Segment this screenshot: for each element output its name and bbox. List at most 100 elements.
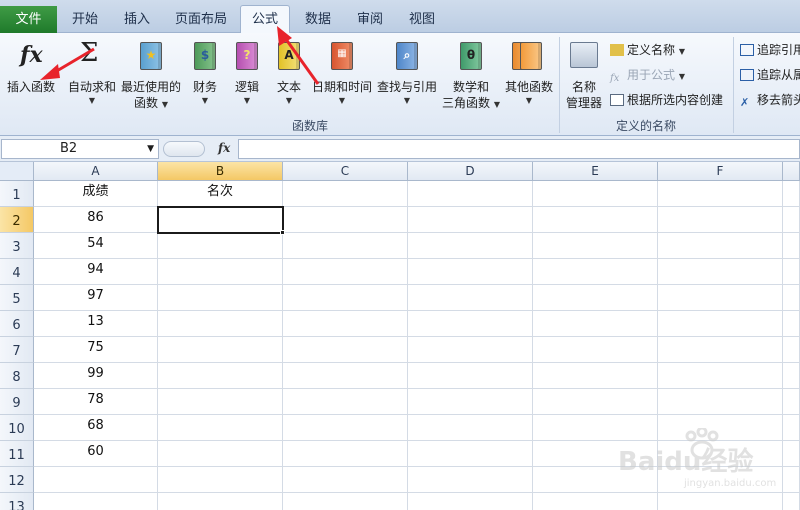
cell[interactable]: 68 <box>34 415 158 441</box>
math-trig-button[interactable]: θ 数学和 三角函数 ▼ <box>440 36 502 110</box>
cell[interactable] <box>283 493 408 510</box>
date-time-button[interactable]: ▦ 日期和时间 ▼ <box>310 36 374 108</box>
cell[interactable] <box>783 415 800 441</box>
formula-bar-resize-handle[interactable] <box>163 141 205 157</box>
cell[interactable] <box>658 181 783 207</box>
cell[interactable] <box>158 389 283 415</box>
insert-function-fx-icon[interactable]: fx <box>218 141 230 155</box>
cell[interactable] <box>283 337 408 363</box>
cell[interactable] <box>658 363 783 389</box>
row-header-13[interactable]: 13 <box>0 493 34 510</box>
cell[interactable] <box>658 493 783 510</box>
cell[interactable] <box>283 259 408 285</box>
column-header-d[interactable]: D <box>408 162 533 181</box>
cell[interactable]: 成绩 <box>34 181 158 207</box>
logical-button[interactable]: ? 逻辑 ▼ <box>228 36 266 108</box>
cell[interactable] <box>783 337 800 363</box>
column-header-f[interactable]: F <box>658 162 783 181</box>
cell[interactable] <box>783 285 800 311</box>
cell[interactable] <box>408 415 533 441</box>
tab-data[interactable]: 数据 <box>293 6 343 33</box>
cell[interactable]: 60 <box>34 441 158 467</box>
cell[interactable] <box>283 285 408 311</box>
cell[interactable] <box>34 467 158 493</box>
tab-review[interactable]: 审阅 <box>345 6 395 33</box>
text-button[interactable]: A 文本 ▼ <box>270 36 308 108</box>
row-header-9[interactable]: 9 <box>0 389 34 415</box>
cell[interactable] <box>158 233 283 259</box>
cell[interactable] <box>533 337 658 363</box>
cell[interactable] <box>283 441 408 467</box>
cell[interactable] <box>408 285 533 311</box>
insert-function-button[interactable]: fx 插入函数 <box>2 36 60 94</box>
cell[interactable] <box>408 389 533 415</box>
cell[interactable]: 名次 <box>158 181 283 207</box>
cell[interactable] <box>783 259 800 285</box>
cell[interactable] <box>783 181 800 207</box>
cell[interactable] <box>408 493 533 510</box>
cell[interactable] <box>408 337 533 363</box>
tab-file[interactable]: 文件 <box>0 6 57 33</box>
lookup-reference-button[interactable]: ⌕ 查找与引用 ▼ <box>374 36 440 108</box>
row-header-6[interactable]: 6 <box>0 311 34 337</box>
cell[interactable] <box>783 311 800 337</box>
cell[interactable] <box>408 233 533 259</box>
row-header-4[interactable]: 4 <box>0 259 34 285</box>
cell[interactable] <box>658 207 783 233</box>
cell[interactable] <box>533 207 658 233</box>
row-header-2[interactable]: 2 <box>0 207 34 233</box>
cell[interactable] <box>283 311 408 337</box>
cell[interactable] <box>783 207 800 233</box>
row-header-1[interactable]: 1 <box>0 181 34 207</box>
trace-dependents-button[interactable]: 追踪从属 <box>740 66 800 83</box>
cell[interactable] <box>533 389 658 415</box>
trace-precedents-button[interactable]: 追踪引用 <box>740 41 800 58</box>
cell[interactable] <box>783 493 800 510</box>
cell[interactable] <box>158 415 283 441</box>
cell[interactable] <box>533 181 658 207</box>
row-header-8[interactable]: 8 <box>0 363 34 389</box>
cell[interactable] <box>408 259 533 285</box>
cell[interactable] <box>533 259 658 285</box>
autosum-button[interactable]: Σ 自动求和 ▼ <box>64 36 120 108</box>
tab-formulas[interactable]: 公式 <box>240 5 290 34</box>
cell[interactable] <box>783 363 800 389</box>
cell[interactable] <box>34 493 158 510</box>
more-functions-button[interactable]: 其他函数 ▼ <box>502 36 556 108</box>
cell[interactable] <box>533 311 658 337</box>
financial-button[interactable]: $ 财务 ▼ <box>186 36 224 108</box>
row-header-12[interactable]: 12 <box>0 467 34 493</box>
cell[interactable] <box>158 441 283 467</box>
formula-input[interactable] <box>238 139 800 159</box>
cell[interactable]: 86 <box>34 207 158 233</box>
cell[interactable] <box>158 285 283 311</box>
cell[interactable]: 78 <box>34 389 158 415</box>
cell[interactable] <box>783 467 800 493</box>
cell[interactable] <box>658 337 783 363</box>
tab-home[interactable]: 开始 <box>60 6 110 33</box>
cell[interactable] <box>533 493 658 510</box>
cell[interactable] <box>158 337 283 363</box>
column-header-b[interactable]: B <box>158 162 283 181</box>
cell[interactable] <box>658 259 783 285</box>
cell[interactable]: 54 <box>34 233 158 259</box>
cell[interactable]: 97 <box>34 285 158 311</box>
column-header-c[interactable]: C <box>283 162 408 181</box>
cell[interactable] <box>783 233 800 259</box>
cell[interactable] <box>408 181 533 207</box>
cell[interactable] <box>283 389 408 415</box>
name-manager-button[interactable]: 名称 管理器 <box>562 36 606 110</box>
cell[interactable] <box>533 363 658 389</box>
cell[interactable] <box>283 181 408 207</box>
row-header-10[interactable]: 10 <box>0 415 34 441</box>
active-cell-b2[interactable] <box>157 206 284 234</box>
cell[interactable] <box>158 363 283 389</box>
cell[interactable] <box>408 467 533 493</box>
cell[interactable] <box>658 285 783 311</box>
use-in-formula-button[interactable]: fx 用于公式 ▼ <box>610 66 685 85</box>
tab-view[interactable]: 视图 <box>397 6 447 33</box>
cell[interactable] <box>283 363 408 389</box>
cell[interactable] <box>533 285 658 311</box>
row-header-7[interactable]: 7 <box>0 337 34 363</box>
cell[interactable]: 75 <box>34 337 158 363</box>
